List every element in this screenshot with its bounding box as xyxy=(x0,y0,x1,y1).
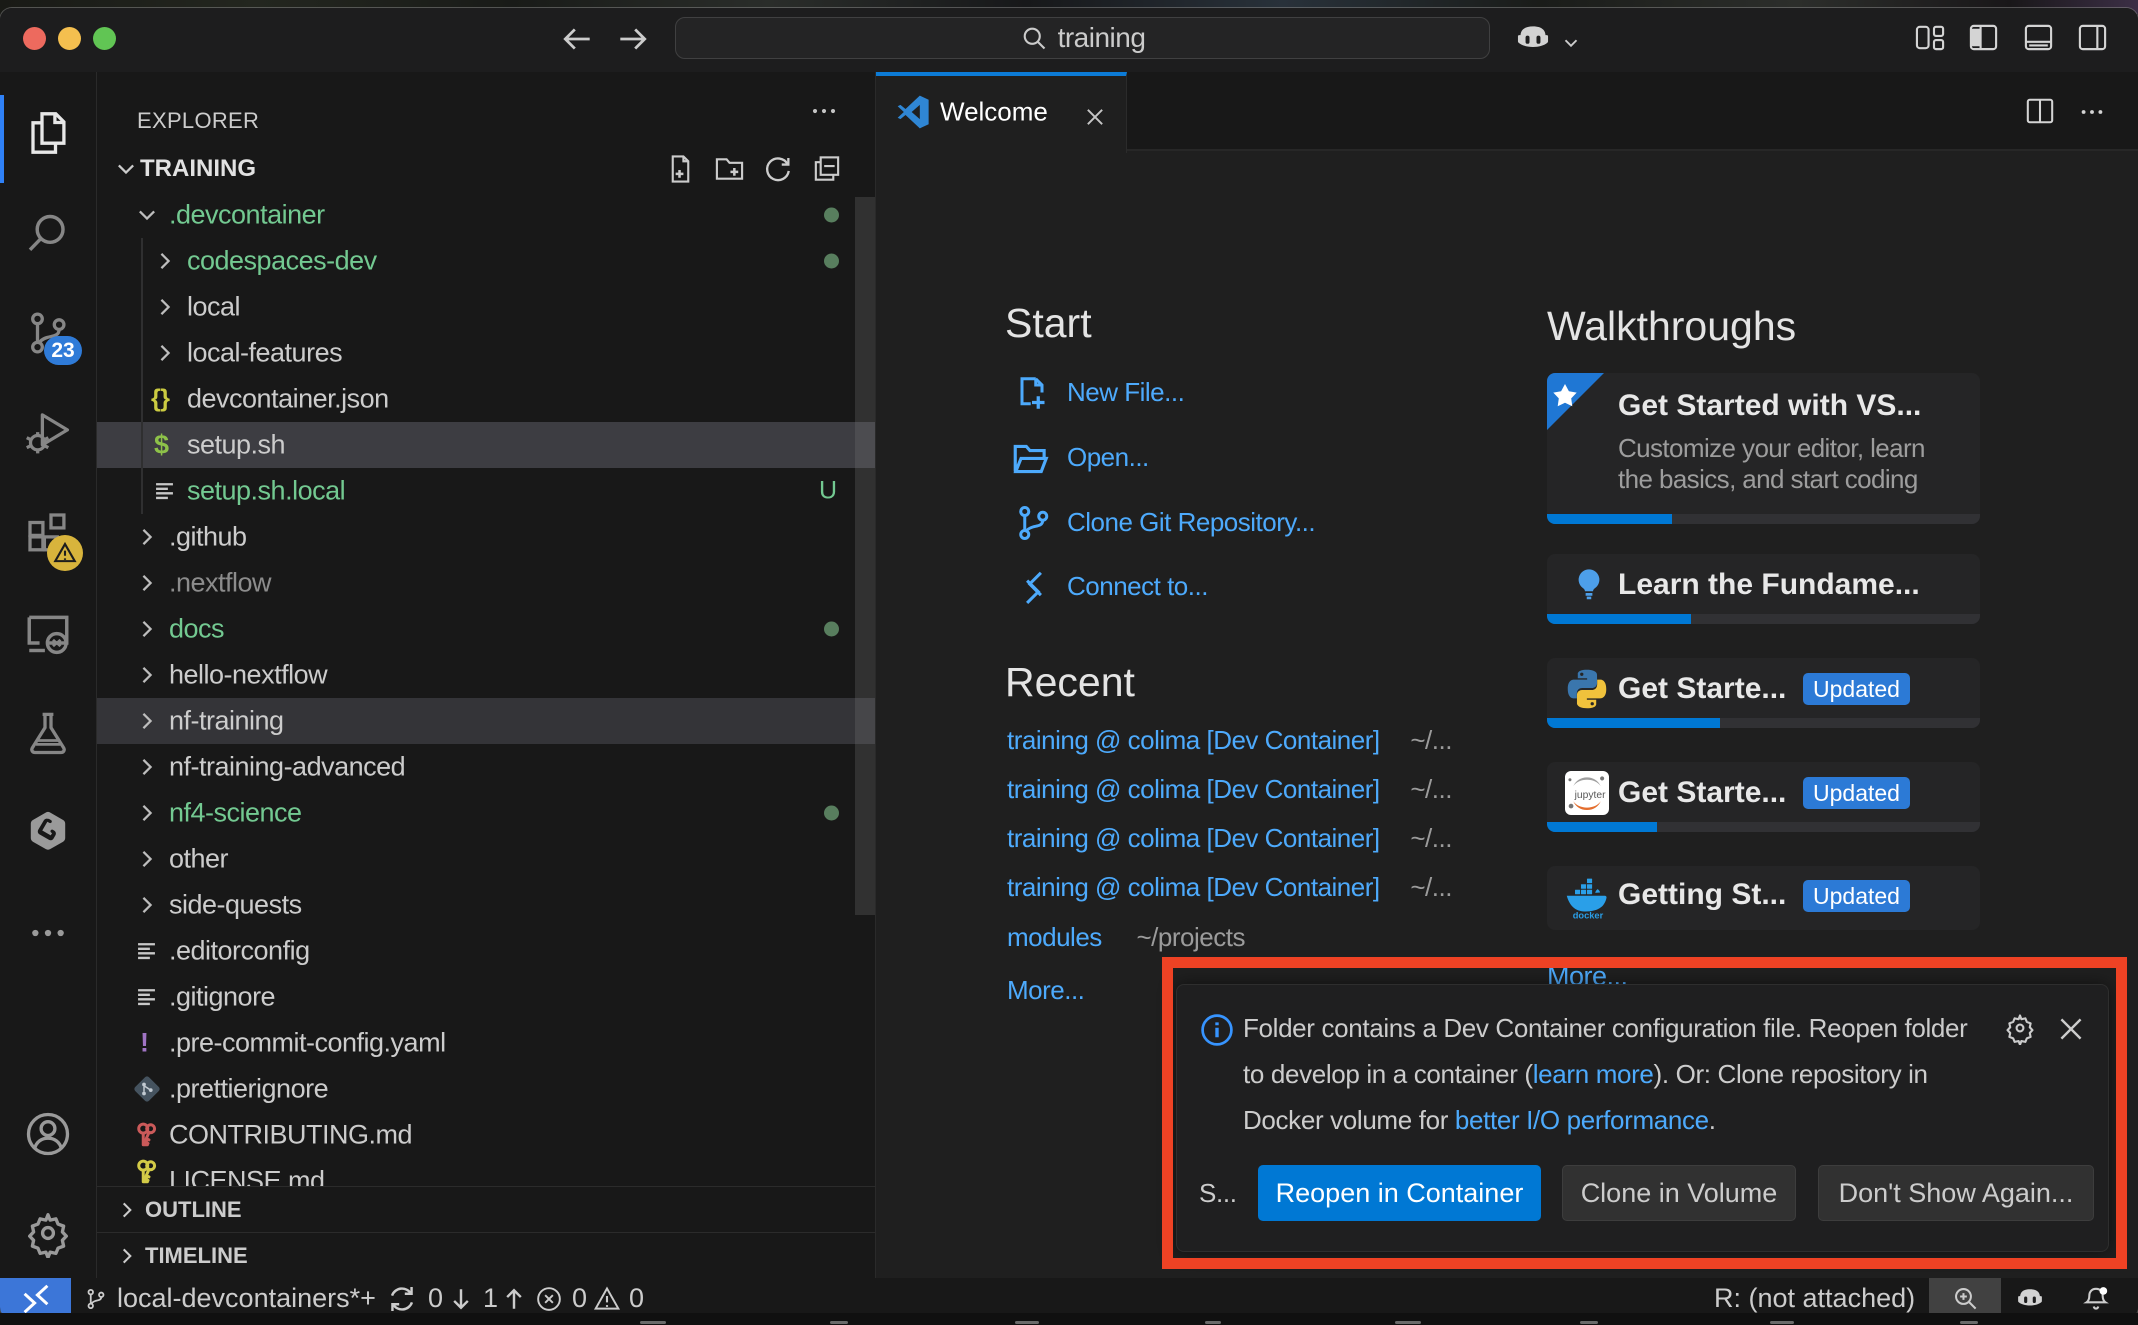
svg-text:jupyter: jupyter xyxy=(1574,790,1606,801)
svg-text:docker: docker xyxy=(1573,910,1604,920)
